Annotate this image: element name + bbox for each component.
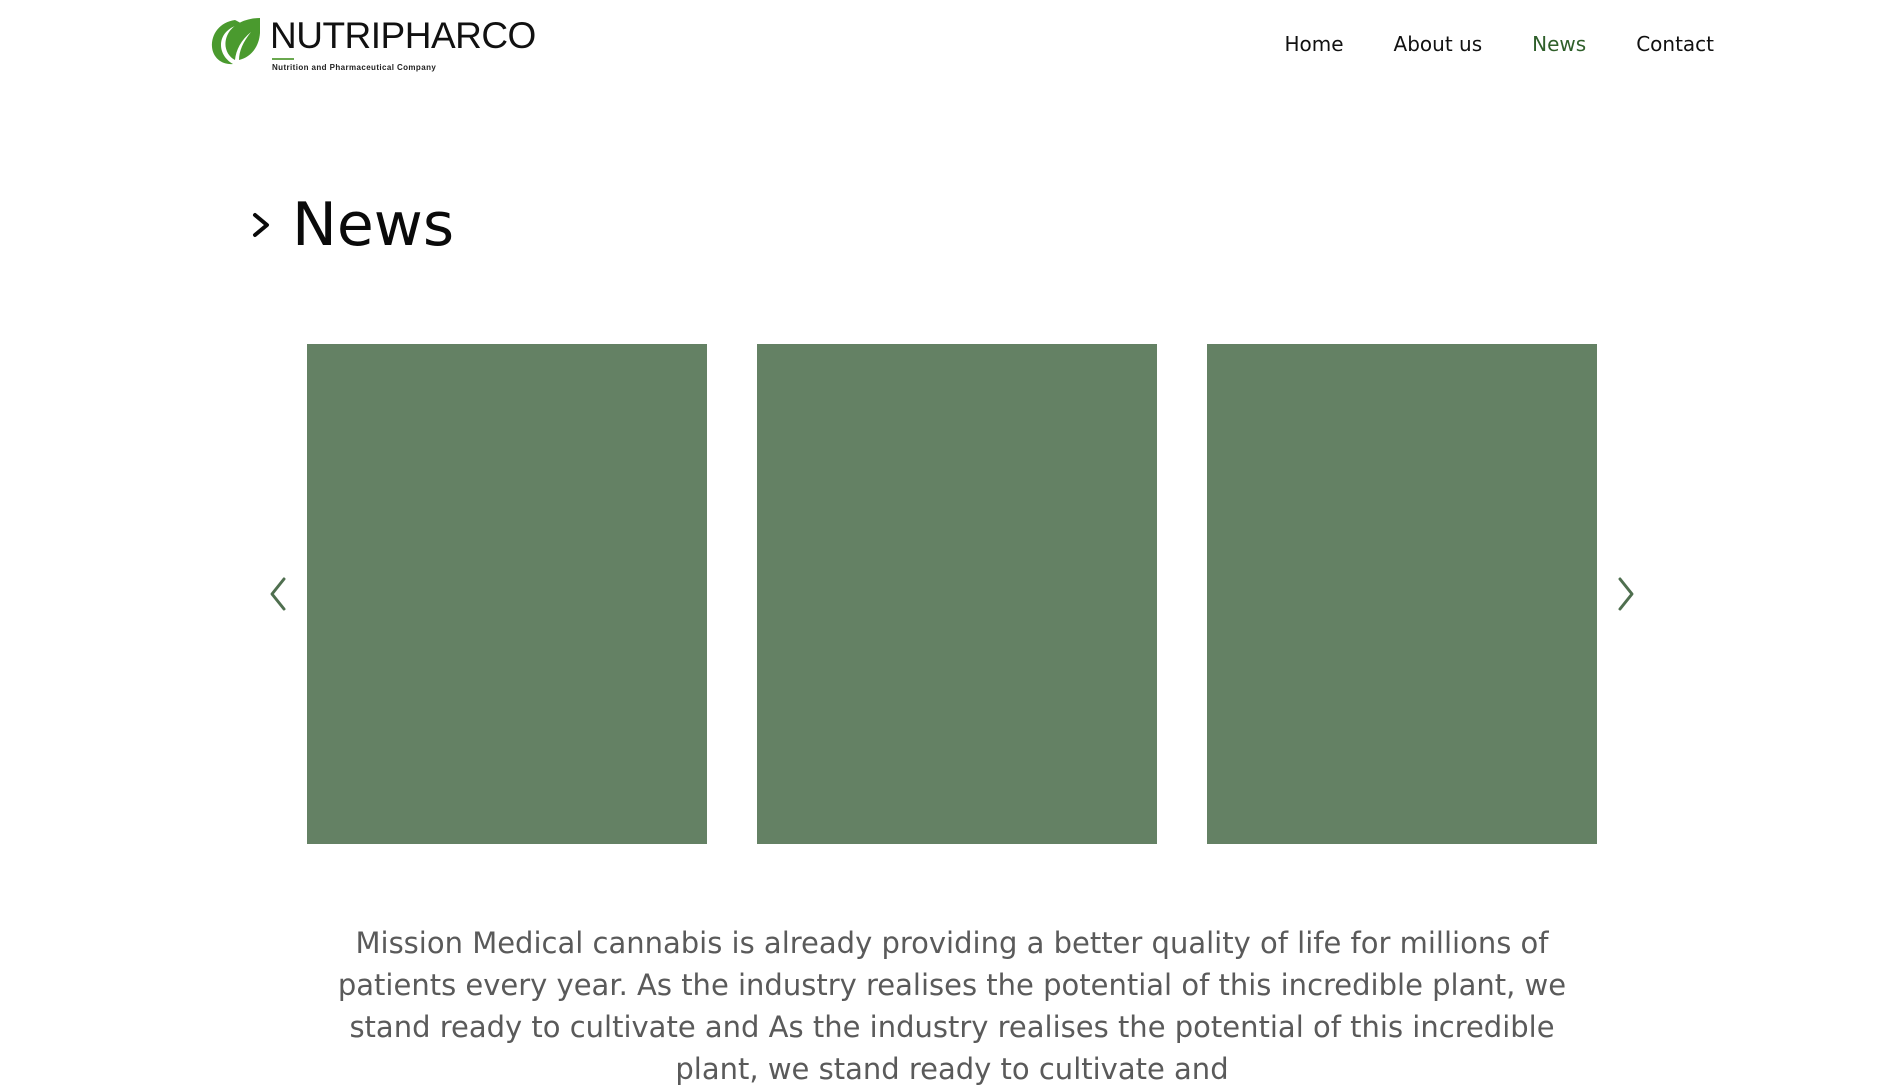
- news-card-3[interactable]: [1207, 344, 1597, 844]
- carousel-next-button[interactable]: [1606, 574, 1646, 614]
- brand-name: NUTRIPHARCO: [270, 15, 536, 56]
- carousel-prev-button[interactable]: [258, 574, 298, 614]
- nav-item-about-us[interactable]: About us: [1394, 28, 1483, 60]
- nav-item-contact[interactable]: Contact: [1636, 28, 1714, 60]
- news-carousel: [250, 344, 1654, 844]
- site-header: NUTRIPHARCO Nutrition and Pharmaceutical…: [0, 0, 1904, 90]
- chevron-right-icon: [1618, 577, 1634, 611]
- brand-divider: [272, 58, 294, 60]
- news-description: Mission Medical cannabis is already prov…: [337, 926, 1567, 1086]
- main-nav: Home About us News Contact: [1284, 28, 1714, 60]
- page-title: News: [292, 190, 455, 260]
- chevron-right-icon: [253, 213, 269, 237]
- news-card-1[interactable]: [307, 344, 707, 844]
- brand-tagline: Nutrition and Pharmaceutical Company: [272, 63, 437, 72]
- nav-item-news[interactable]: News: [1532, 28, 1586, 60]
- leaf-logo-icon: [211, 18, 260, 65]
- brand-logo[interactable]: NUTRIPHARCO Nutrition and Pharmaceutical…: [208, 14, 536, 76]
- news-card-2[interactable]: [757, 344, 1157, 844]
- news-heading: News: [250, 185, 454, 265]
- nav-item-home[interactable]: Home: [1284, 28, 1343, 60]
- chevron-left-icon: [270, 577, 286, 611]
